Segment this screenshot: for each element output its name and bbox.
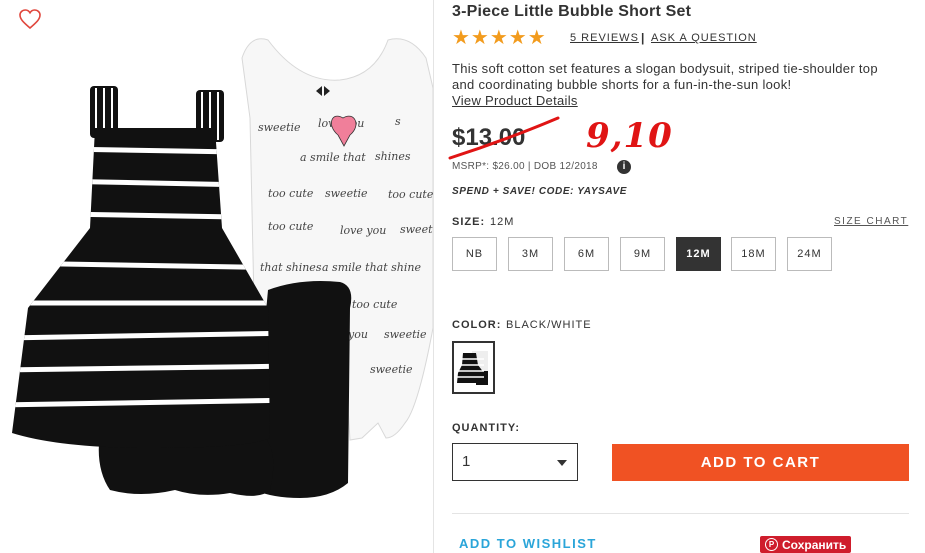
size-selected-value: 12M (490, 216, 515, 228)
pinterest-save-button[interactable]: P Сохранить (760, 536, 852, 553)
rating-stars: ★★★★★ (452, 27, 547, 49)
panel-divider (433, 0, 434, 553)
heart-outline-icon[interactable] (18, 8, 42, 30)
link-separator: | (641, 31, 645, 45)
view-details-link[interactable]: View Product Details (452, 93, 578, 108)
ask-question-link[interactable]: ASK A QUESTION (651, 32, 757, 44)
promo-text: SPEND + SAVE! CODE: YAYSAVE (452, 186, 628, 197)
quantity-value: 1 (462, 453, 471, 470)
section-divider (452, 513, 909, 514)
handwritten-new-price: 9,10 (586, 116, 673, 156)
add-to-wishlist-link[interactable]: ADD TO WISHLIST (459, 536, 597, 551)
product-title: 3-Piece Little Bubble Short Set (452, 3, 692, 20)
svg-text:a smile that: a smile that (300, 151, 366, 164)
svg-text:too cute: too cute (268, 220, 314, 233)
svg-text:s: s (395, 115, 401, 128)
svg-text:sweetie: sweetie (370, 363, 413, 376)
add-to-cart-button[interactable]: ADD TO CART (612, 444, 909, 481)
svg-text:sweetie: sweetie (258, 121, 301, 134)
svg-text:sweetie: sweetie (325, 187, 368, 200)
svg-text:sweet: sweet (400, 223, 433, 236)
color-selected-value: BLACK/WHITE (506, 319, 592, 331)
size-option-3m[interactable]: 3M (508, 237, 553, 271)
svg-text:too cute: too cute (388, 188, 433, 201)
color-label: COLOR: (452, 319, 502, 331)
size-chart-link[interactable]: SIZE CHART (834, 216, 908, 227)
pinterest-save-label: Сохранить (782, 537, 847, 552)
svg-text:shines: shines (375, 150, 411, 163)
svg-text:that shines: that shines (260, 261, 322, 274)
size-option-18m[interactable]: 18M (731, 237, 776, 271)
reviews-link[interactable]: 5 REVIEWS (570, 32, 639, 44)
size-option-9m[interactable]: 9M (620, 237, 665, 271)
msrp-text: MSRP*: $26.00 | DOB 12/2018 (452, 161, 598, 172)
quantity-label: QUANTITY: (452, 422, 521, 434)
size-option-12m[interactable]: 12M (676, 237, 721, 271)
product-image-panel: sweetie love you s a smile that shines t… (0, 0, 433, 553)
svg-text:sweetie: sweetie (384, 328, 427, 341)
info-icon[interactable]: i (617, 160, 631, 174)
size-option-24m[interactable]: 24M (787, 237, 832, 271)
size-option-6m[interactable]: 6M (564, 237, 609, 271)
chevron-down-icon (557, 460, 567, 466)
color-swatch-black-white[interactable] (452, 341, 495, 394)
pinterest-icon: P (765, 538, 778, 551)
product-description: This soft cotton set features a slogan b… (452, 61, 878, 92)
swatch-thumbnail (457, 351, 488, 385)
price-strikethrough-mark (448, 116, 560, 160)
product-info-panel: 3-Piece Little Bubble Short Set ★★★★★ 5 … (448, 0, 912, 553)
svg-text:too cute: too cute (268, 187, 314, 200)
svg-text:a smile that shine: a smile that shine (322, 261, 421, 274)
svg-text:too cute: too cute (352, 298, 398, 311)
product-image[interactable]: sweetie love you s a smile that shines t… (0, 28, 433, 528)
svg-text:love you: love you (340, 224, 386, 237)
quantity-select[interactable]: 1 (452, 443, 578, 481)
svg-text:you: you (347, 328, 368, 341)
size-option-nb[interactable]: NB (452, 237, 497, 271)
size-label: SIZE: (452, 216, 486, 228)
